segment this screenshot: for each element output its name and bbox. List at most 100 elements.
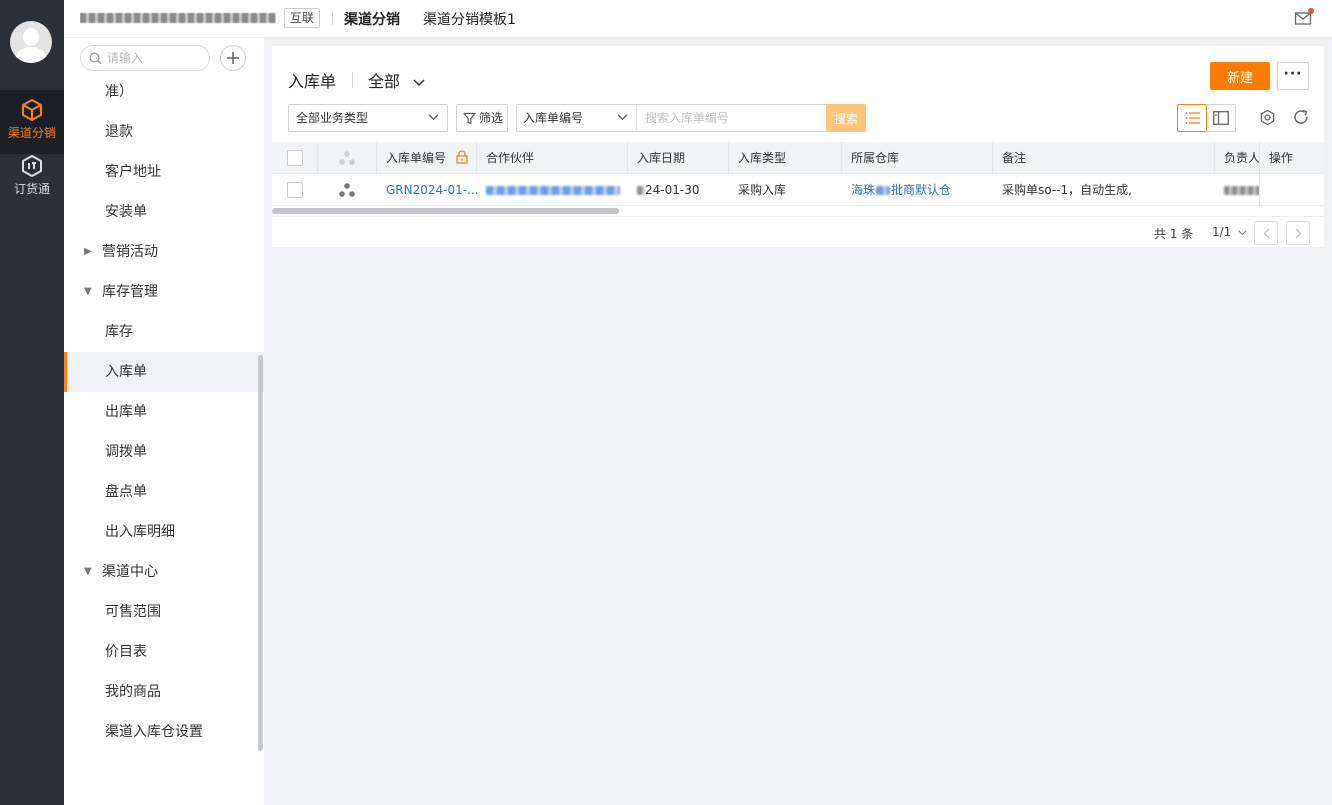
rail-item-ordering[interactable]: 订货通 xyxy=(0,146,64,210)
more-actions-button[interactable]: ··· xyxy=(1277,62,1309,90)
add-menu-button[interactable] xyxy=(220,45,246,71)
split-view-icon xyxy=(1213,111,1229,125)
interconnect-tag: 互联 xyxy=(284,8,321,28)
owner-cell xyxy=(1215,174,1260,206)
warehouse-name-part: 批商默认仓 xyxy=(891,183,952,197)
menu-item-truncated[interactable]: 准） xyxy=(64,72,264,112)
search-button[interactable]: 搜索 xyxy=(826,104,866,132)
menu-item-label: 退款 xyxy=(105,124,133,140)
prev-page-button[interactable] xyxy=(1254,221,1278,245)
tab-channel-template[interactable]: 渠道分销模板1 xyxy=(423,9,516,29)
top-bar: 互联 渠道分销 渠道分销模板1 xyxy=(64,0,1332,38)
view-selector[interactable]: 全部 xyxy=(368,68,425,92)
menu-group-marketing[interactable]: ▶ 营销活动 xyxy=(64,232,264,272)
column-header[interactable]: 负责人 xyxy=(1215,142,1260,174)
order-shield-icon xyxy=(22,155,42,177)
menu-search-input[interactable] xyxy=(107,49,203,67)
menu-item-label: 盘点单 xyxy=(105,484,147,500)
column-header[interactable]: 备注 xyxy=(993,142,1215,174)
table-horizontal-scrollbar[interactable] xyxy=(272,208,1324,215)
tab-channel-distribution[interactable]: 渠道分销 xyxy=(344,9,400,29)
unread-dot xyxy=(1308,8,1314,14)
pagination: 共 1 条 1/1 xyxy=(272,216,1324,247)
menu-search-box[interactable] xyxy=(80,45,210,71)
column-header-label: 操作 xyxy=(1269,151,1294,165)
divider xyxy=(352,72,353,88)
menu-item-installation[interactable]: 安装单 xyxy=(64,192,264,232)
new-button[interactable]: 新建 xyxy=(1210,62,1270,90)
row-checkbox[interactable] xyxy=(287,182,303,198)
column-header[interactable]: 所属仓库 xyxy=(842,142,993,174)
search-field-value: 入库单编号 xyxy=(523,111,584,125)
menu-item-label: 库存 xyxy=(105,324,133,340)
menu-item-label: 出库单 xyxy=(105,404,147,420)
refresh-icon[interactable] xyxy=(1293,109,1309,125)
business-type-value: 全部业务类型 xyxy=(296,111,369,125)
settings-icon[interactable] xyxy=(1259,109,1276,126)
scrollbar-thumb[interactable] xyxy=(272,208,619,214)
select-all-checkbox[interactable] xyxy=(287,150,303,166)
menu-item-sale-scope[interactable]: 可售范围 xyxy=(64,592,264,632)
app-rail: 渠道分销 订货通 xyxy=(0,0,64,805)
notification-button[interactable] xyxy=(1294,8,1314,26)
filter-button[interactable]: 筛选 xyxy=(456,104,508,132)
menu-item-customer-address[interactable]: 客户地址 xyxy=(64,152,264,192)
menu-item-my-products[interactable]: 我的商品 xyxy=(64,672,264,712)
chevron-down-icon xyxy=(428,114,439,121)
menu-item-goods-issue[interactable]: 出库单 xyxy=(64,392,264,432)
avatar-head-shape xyxy=(23,28,39,46)
menu-item-refund[interactable]: 退款 xyxy=(64,112,264,152)
menu-list: 准） 退款 客户地址 安装单 ▶ 营销活动 ▼ 库存管理 库存 入库单 出库单 … xyxy=(64,72,264,805)
menu-item-label: 安装单 xyxy=(105,204,147,220)
receipt-table: 入库单编号 合作伙伴 入库日期 入库类型 所属仓库 备注 负责人 操作 GRN2… xyxy=(272,142,1324,206)
column-header-label: 入库单编号 xyxy=(386,151,447,165)
partner-cell[interactable] xyxy=(477,174,628,206)
caret-down-icon: ▼ xyxy=(84,566,92,577)
table-row[interactable]: GRN2024-01-... 24-01-30 采购入库 海珠 批商默认仓 采购单… xyxy=(272,174,1324,206)
warehouse-name-part: 海珠 xyxy=(851,183,876,197)
header-select-cell xyxy=(272,142,318,174)
column-header[interactable]: 入库单编号 xyxy=(377,142,477,174)
side-menu: 准） 退款 客户地址 安装单 ▶ 营销活动 ▼ 库存管理 库存 入库单 出库单 … xyxy=(64,0,264,805)
record-search-input[interactable] xyxy=(645,109,825,127)
user-avatar[interactable] xyxy=(10,21,52,63)
warehouse-link[interactable]: 海珠 批商默认仓 xyxy=(842,174,993,206)
menu-group-inventory[interactable]: ▼ 库存管理 xyxy=(64,272,264,312)
cluster-dots-icon xyxy=(339,183,355,197)
page-title: 入库单 xyxy=(288,72,337,91)
column-header-label: 所属仓库 xyxy=(851,151,900,165)
list-view-toggle[interactable] xyxy=(1177,104,1207,132)
lock-icon xyxy=(456,150,468,164)
menu-scrollbar[interactable] xyxy=(258,355,263,751)
business-type-select[interactable]: 全部业务类型 xyxy=(288,104,448,132)
menu-item-price-list[interactable]: 价目表 xyxy=(64,632,264,672)
chevron-left-icon xyxy=(1263,228,1270,239)
view-selector-label: 全部 xyxy=(368,72,401,91)
menu-item-channel-warehouse-settings[interactable]: 渠道入库仓设置 xyxy=(64,712,264,752)
rail-item-channel-distribution[interactable]: 渠道分销 xyxy=(0,90,64,154)
rail-item-label: 渠道分销 xyxy=(7,126,56,140)
column-header[interactable]: 入库日期 xyxy=(628,142,729,174)
column-header[interactable]: 合作伙伴 xyxy=(477,142,628,174)
column-header: 操作 xyxy=(1260,142,1324,174)
header-status-cell xyxy=(318,142,377,174)
chevron-down-icon xyxy=(617,114,628,121)
menu-item-goods-receipt[interactable]: 入库单 xyxy=(64,352,264,392)
receipt-code-link[interactable]: GRN2024-01-... xyxy=(377,174,477,206)
menu-item-stocktake[interactable]: 盘点单 xyxy=(64,472,264,512)
chevron-down-icon xyxy=(413,78,425,86)
row-status-cell xyxy=(318,174,377,206)
next-page-button[interactable] xyxy=(1286,221,1310,245)
chevron-right-icon xyxy=(1295,228,1302,239)
split-view-toggle[interactable] xyxy=(1206,104,1236,132)
search-field-select[interactable]: 入库单编号 xyxy=(517,105,637,131)
menu-group-channel-center[interactable]: ▼ 渠道中心 xyxy=(64,552,264,592)
divider xyxy=(332,11,333,25)
page-select[interactable]: 1/1 xyxy=(1212,225,1247,239)
total-count: 共 1 条 xyxy=(1154,227,1194,241)
menu-item-stock[interactable]: 库存 xyxy=(64,312,264,352)
menu-item-inout-detail[interactable]: 出入库明细 xyxy=(64,512,264,552)
column-header[interactable]: 入库类型 xyxy=(729,142,842,174)
menu-item-label: 渠道入库仓设置 xyxy=(105,724,203,740)
menu-item-transfer[interactable]: 调拨单 xyxy=(64,432,264,472)
